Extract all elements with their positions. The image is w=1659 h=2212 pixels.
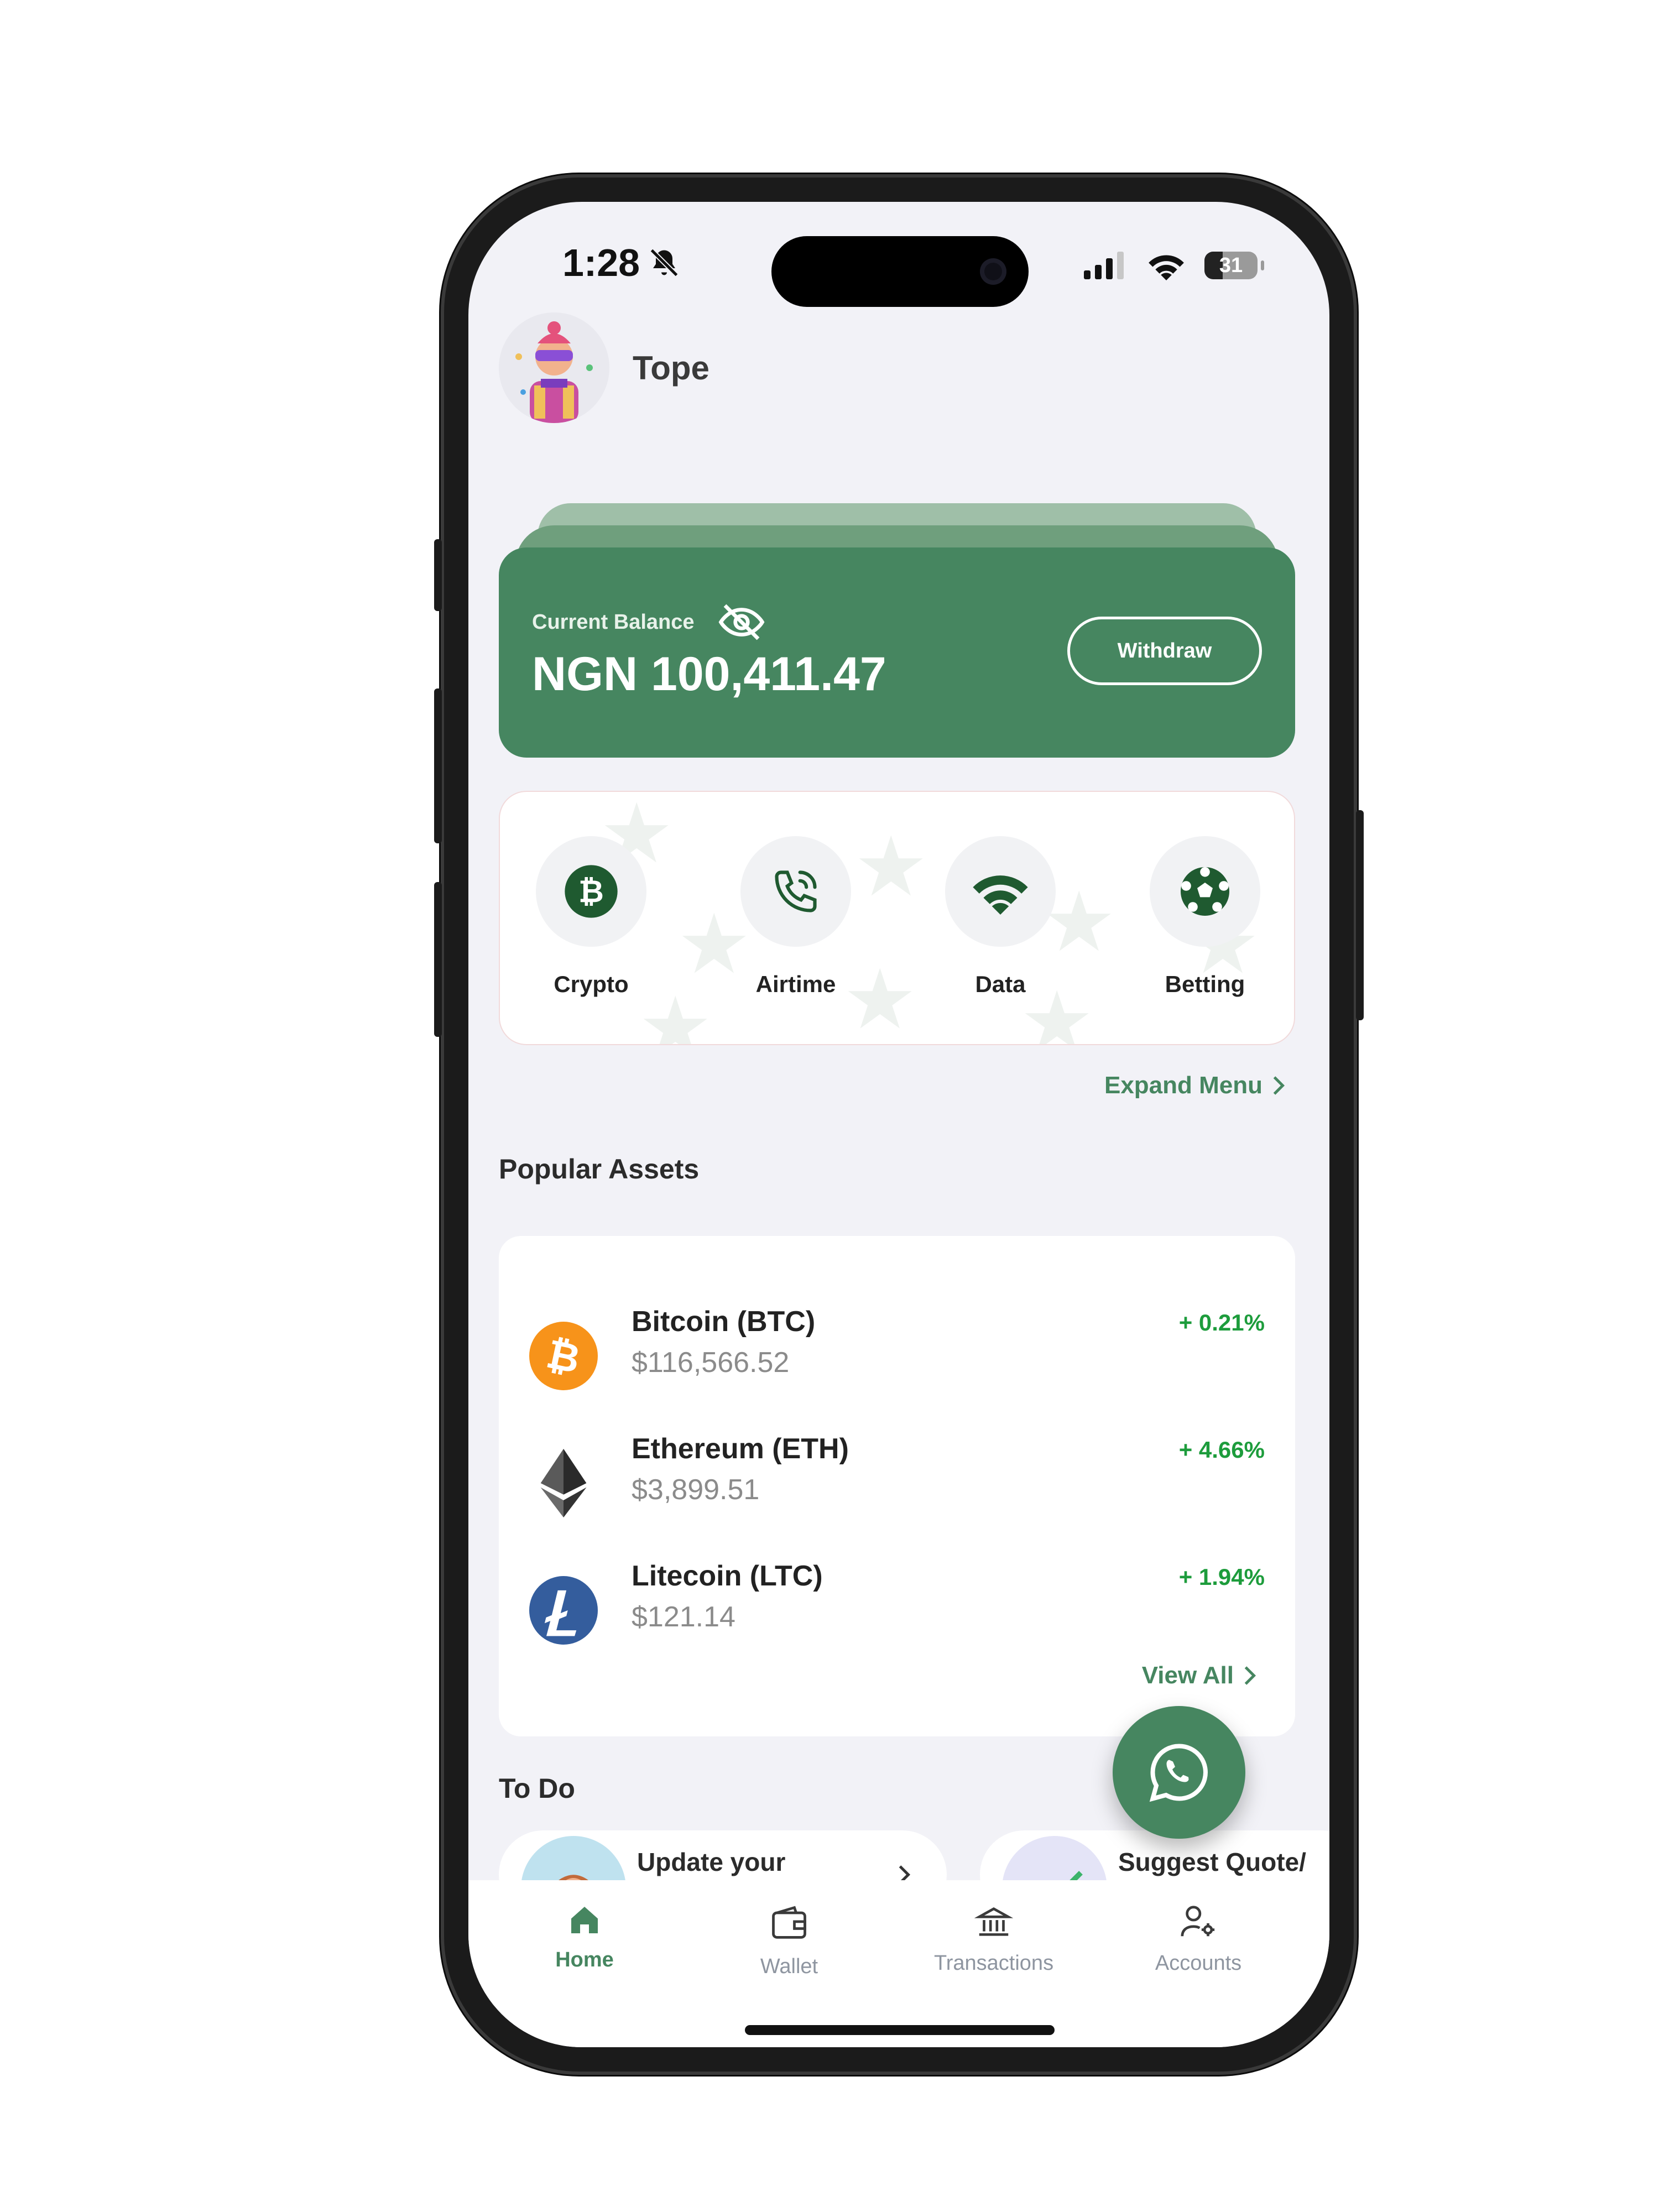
asset-name: Bitcoin (BTC) <box>632 1306 816 1338</box>
service-label: Data <box>975 971 1026 997</box>
service-betting[interactable]: Betting <box>1122 836 1288 998</box>
service-label: Airtime <box>755 971 836 997</box>
eye-off-icon[interactable] <box>717 597 766 647</box>
bitcoin-coin-icon: ₿ <box>529 1322 598 1390</box>
expand-menu-link[interactable]: Expand Menu <box>1104 1072 1288 1099</box>
tab-label: Transactions <box>933 1952 1054 1975</box>
balance-amount: NGN 100,411.47 <box>532 648 886 701</box>
assets-card: ₿ Bitcoin (BTC) $116,566.52 + 0.21% Ethe… <box>499 1236 1295 1736</box>
todo-title: To Do <box>499 1773 575 1804</box>
asset-name: Ethereum (ETH) <box>632 1433 849 1465</box>
phone-icon <box>775 870 817 912</box>
asset-change: + 0.21% <box>1178 1310 1265 1335</box>
power-button <box>1356 810 1364 1020</box>
balance-label: Current Balance <box>532 610 695 634</box>
asset-row-eth[interactable]: Ethereum (ETH) $3,899.51 + 4.66% <box>529 1432 1265 1526</box>
home-indicator <box>745 2025 1055 2035</box>
asset-price: $116,566.52 <box>632 1347 790 1379</box>
wifi-icon <box>973 875 1028 915</box>
wallet-icon <box>772 1906 806 1939</box>
balance-label-row: Current Balance <box>532 597 766 647</box>
soccer-ball-icon <box>1181 867 1229 916</box>
phone-frame: 1:28 31 Tope Current Balance NGN 100,411… <box>434 174 1364 2075</box>
status-icons: 31 <box>1084 251 1264 280</box>
dynamic-island <box>771 236 1029 307</box>
volume-up-button <box>434 688 442 843</box>
camera-icon <box>980 258 1006 285</box>
service-data[interactable]: Data <box>917 836 1083 998</box>
tab-label: Home <box>555 1948 614 1971</box>
asset-row-btc[interactable]: ₿ Bitcoin (BTC) $116,566.52 + 0.21% <box>529 1305 1265 1399</box>
status-time: 1:28 <box>562 241 681 285</box>
user-settings-icon <box>1181 1906 1215 1937</box>
tab-label: Wallet <box>760 1955 818 1978</box>
asset-name: Litecoin (LTC) <box>632 1560 823 1592</box>
popular-assets-title: Popular Assets <box>499 1154 700 1185</box>
asset-change: + 4.66% <box>1178 1437 1265 1463</box>
asset-price: $3,899.51 <box>632 1474 760 1506</box>
bottom-tab-bar: Home Wallet Transactions Accounts <box>468 1880 1329 2047</box>
tab-accounts[interactable]: Accounts <box>1110 1902 1287 1975</box>
ethereum-icon <box>529 1449 598 1517</box>
avatar[interactable] <box>499 312 609 423</box>
asset-price: $121.14 <box>632 1601 735 1633</box>
avatar-illustration <box>515 321 593 423</box>
home-icon <box>571 1907 598 1933</box>
battery-icon: 31 <box>1204 252 1264 279</box>
todo-text: Suggest Quote/ <box>1118 1848 1306 1876</box>
todo-text: Update your <box>637 1848 786 1876</box>
service-airtime[interactable]: Airtime <box>713 836 879 998</box>
action-button <box>434 539 442 611</box>
chevron-right-icon <box>1244 1666 1256 1685</box>
volume-down-button <box>434 882 442 1037</box>
svg-text:₿: ₿ <box>578 874 604 910</box>
svg-text:₿: ₿ <box>542 1331 584 1383</box>
service-label: Betting <box>1165 971 1245 997</box>
expand-menu-label: Expand Menu <box>1104 1072 1262 1099</box>
bank-icon <box>974 1907 1014 1936</box>
litecoin-icon <box>529 1576 598 1645</box>
profile-header[interactable]: Tope <box>499 312 709 423</box>
service-crypto[interactable]: ₿ Crypto <box>508 836 674 998</box>
whatsapp-button[interactable] <box>1113 1706 1245 1839</box>
bitcoin-icon: ₿ <box>565 865 618 918</box>
services-panel: ★ ★ ★ ★ ★ ★ ★ ★ ₿ Crypto Airtime Data Be… <box>499 791 1295 1045</box>
app-screen: 1:28 31 Tope Current Balance NGN 100,411… <box>468 202 1329 2047</box>
view-all-label: View All <box>1141 1662 1234 1689</box>
service-label: Crypto <box>554 971 629 997</box>
battery-level: 31 <box>1219 253 1243 277</box>
asset-change: + 1.94% <box>1178 1564 1265 1590</box>
tab-label: Accounts <box>1155 1952 1242 1975</box>
balance-card: Current Balance NGN 100,411.47 Withdraw <box>499 547 1295 758</box>
view-all-link[interactable]: View All <box>1142 1662 1259 1689</box>
time-text: 1:28 <box>562 241 640 284</box>
wifi-status-icon <box>1149 255 1184 280</box>
asset-row-ltc[interactable]: Litecoin (LTC) $121.14 + 1.94% <box>529 1559 1265 1653</box>
signal-icon <box>1084 252 1124 279</box>
tab-wallet[interactable]: Wallet <box>701 1902 878 1979</box>
whatsapp-icon <box>1149 1744 1208 1802</box>
chevron-right-icon <box>1273 1076 1285 1095</box>
tab-transactions[interactable]: Transactions <box>905 1902 1082 1975</box>
bell-muted-icon <box>650 248 679 277</box>
tab-home[interactable]: Home <box>496 1902 673 1972</box>
username: Tope <box>633 349 709 387</box>
withdraw-button[interactable]: Withdraw <box>1067 617 1262 685</box>
